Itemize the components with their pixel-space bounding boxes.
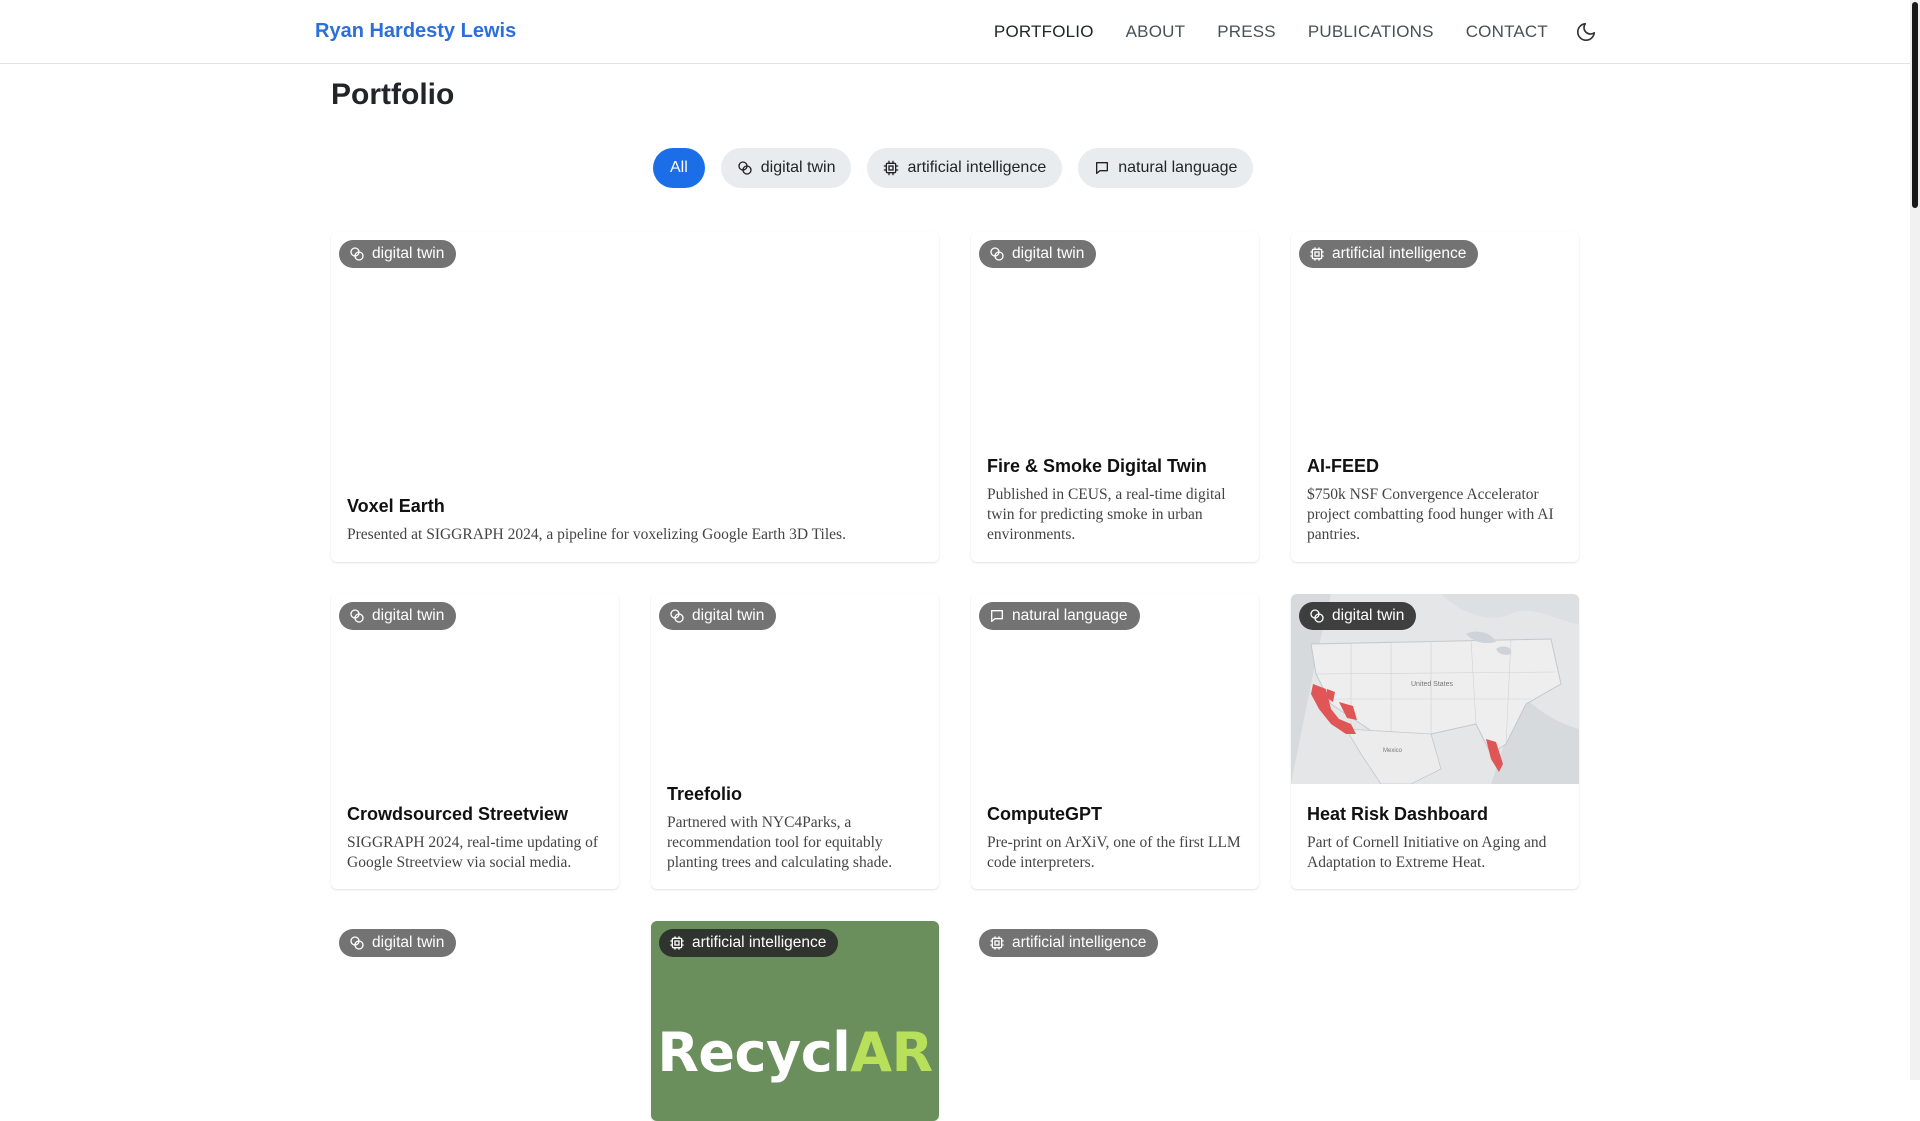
card-title: ComputeGPT <box>987 804 1102 824</box>
cpu-icon <box>990 936 1004 950</box>
card-description: Partnered with NYC4Parks, a recommendati… <box>667 814 893 871</box>
link-icon <box>350 936 364 950</box>
recyclar-logo-text: Recycl <box>657 1021 851 1084</box>
project-card-computegpt[interactable]: natural language ComputeGPT Pre-print on… <box>971 594 1259 889</box>
cpu-icon <box>884 160 899 176</box>
project-card-row3-3[interactable]: artificial intelligence <box>971 921 1259 1121</box>
project-card-recyclar[interactable]: RecyclAR artificial intelligence <box>651 921 939 1121</box>
cpu-icon <box>1310 247 1324 261</box>
card-description: SIGGRAPH 2024, real-time updating of Goo… <box>347 834 598 871</box>
site-brand-link[interactable]: Ryan Hardesty Lewis <box>315 20 516 43</box>
recyclar-logo-ar: AR <box>850 1021 933 1084</box>
card-tag: artificial intelligence <box>979 929 1159 957</box>
card-tag: digital twin <box>339 240 457 268</box>
chat-bubble-icon <box>991 610 1003 622</box>
filter-natural-language-button[interactable]: natural language <box>1078 148 1254 188</box>
project-card-row3-1[interactable]: digital twin <box>331 921 619 1121</box>
map-label: Mexico <box>1383 748 1403 754</box>
link-icon <box>1310 609 1324 623</box>
card-description: Pre-print on ArXiV, one of the first LLM… <box>987 834 1241 871</box>
filter-all-label: All <box>670 159 688 176</box>
recyclar-logo: RecyclAR <box>651 1021 939 1084</box>
filter-ai-button[interactable]: artificial intelligence <box>867 148 1063 188</box>
card-tag: digital twin <box>659 602 777 630</box>
card-tag: artificial intelligence <box>659 929 839 957</box>
nav-press[interactable]: PRESS <box>1201 22 1292 42</box>
card-description: Published in CEUS, a real-time digital t… <box>987 486 1226 543</box>
card-tag: digital twin <box>979 240 1097 268</box>
page-scrollbar[interactable] <box>1910 0 1920 1080</box>
card-description: Presented at SIGGRAPH 2024, a pipeline f… <box>347 526 846 543</box>
filter-natural-language-label: natural language <box>1118 159 1238 176</box>
card-tag: natural language <box>979 602 1140 630</box>
top-navbar: Ryan Hardesty Lewis PORTFOLIO ABOUT PRES… <box>0 0 1910 64</box>
page-title: Portfolio <box>331 78 455 111</box>
card-title: Treefolio <box>667 784 743 804</box>
filter-digital-twin-label: digital twin <box>760 159 836 176</box>
card-title: Voxel Earth <box>347 496 445 516</box>
card-tag: artificial intelligence <box>1299 240 1479 268</box>
moon-icon[interactable] <box>1574 20 1598 44</box>
scrollbar-thumb[interactable] <box>1912 2 1918 208</box>
project-card-heat-risk[interactable]: United States Mexico digital twin Heat R… <box>1291 594 1579 889</box>
nav-contact[interactable]: CONTACT <box>1450 22 1564 42</box>
card-title: Fire & Smoke Digital Twin <box>987 456 1207 476</box>
card-tag: digital twin <box>1299 602 1417 630</box>
card-title: Crowdsourced Streetview <box>347 804 569 824</box>
link-icon <box>350 609 364 623</box>
project-card-treefolio[interactable]: digital twin Treefolio Partnered with NY… <box>651 594 939 889</box>
nav-portfolio[interactable]: PORTFOLIO <box>978 22 1110 42</box>
link-icon <box>670 609 684 623</box>
filter-all-button[interactable]: All <box>653 148 705 188</box>
project-card-voxel-earth[interactable]: digital twin Voxel Earth Presented at SI… <box>331 232 939 562</box>
card-description: $750k NSF Convergence Accelerator projec… <box>1307 486 1554 543</box>
nav-publications[interactable]: PUBLICATIONS <box>1292 22 1450 42</box>
map-label: United States <box>1411 681 1454 688</box>
card-tag: digital twin <box>339 602 457 630</box>
project-card-crowdsourced-streetview[interactable]: digital twin Crowdsourced Streetview SIG… <box>331 594 619 889</box>
link-icon <box>990 247 1004 261</box>
category-filters: All digital twin artificial intelligence… <box>653 148 1254 188</box>
card-title: AI-FEED <box>1307 456 1379 476</box>
project-card-fire-smoke[interactable]: digital twin Fire & Smoke Digital Twin P… <box>971 232 1259 562</box>
cpu-icon <box>670 936 684 950</box>
filter-digital-twin-button[interactable]: digital twin <box>720 148 852 188</box>
card-title: Heat Risk Dashboard <box>1307 804 1489 824</box>
nav-about[interactable]: ABOUT <box>1110 22 1202 42</box>
project-card-ai-feed[interactable]: artificial intelligence AI-FEED $750k NS… <box>1291 232 1579 562</box>
chat-bubble-icon <box>1096 162 1109 174</box>
card-description: Part of Cornell Initiative on Aging and … <box>1307 834 1547 871</box>
link-icon <box>350 247 364 261</box>
card-tag: digital twin <box>339 929 457 957</box>
filter-ai-label: artificial intelligence <box>907 159 1047 176</box>
link-icon <box>738 161 752 175</box>
main-nav: PORTFOLIO ABOUT PRESS PUBLICATIONS CONTA… <box>978 0 1598 63</box>
